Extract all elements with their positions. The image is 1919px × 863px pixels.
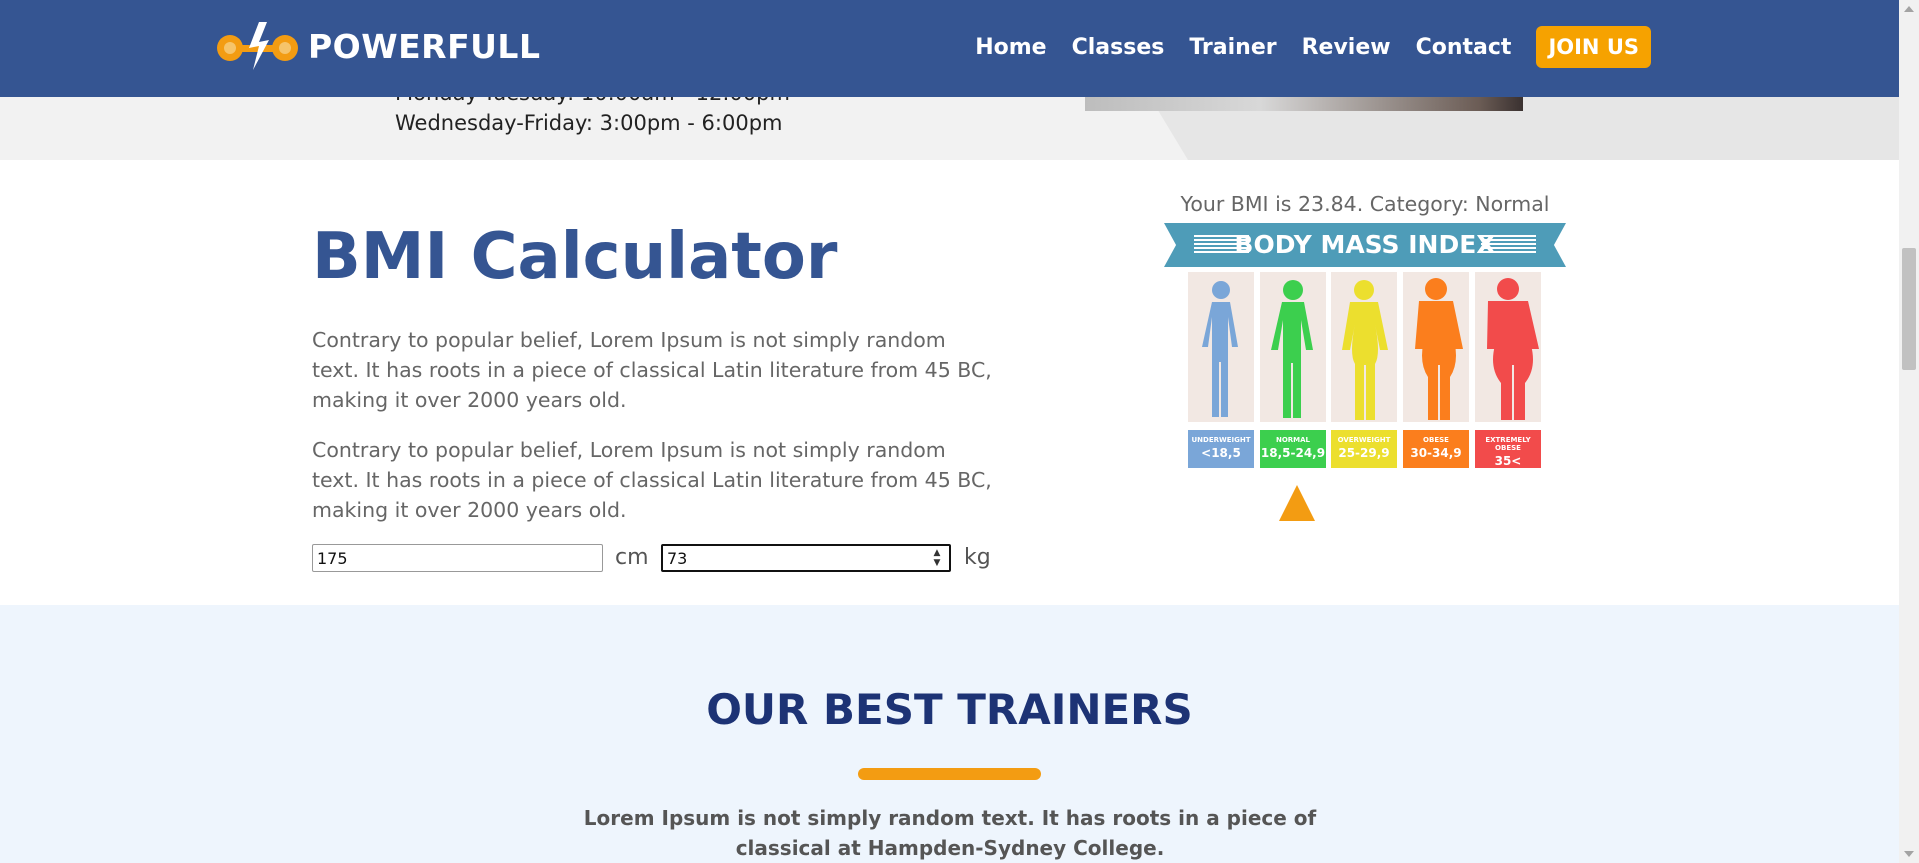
nav-classes[interactable]: Classes bbox=[1072, 35, 1165, 60]
height-unit-label: cm bbox=[615, 545, 649, 570]
nav-trainer[interactable]: Trainer bbox=[1189, 35, 1276, 60]
main-nav: Home Classes Trainer Review Contact JOIN… bbox=[950, 26, 1651, 68]
category-extremely-obese: EXTREMELY OBESE 35< bbox=[1475, 430, 1541, 468]
scroll-up-icon[interactable] bbox=[1904, 6, 1914, 12]
category-name: NORMAL bbox=[1275, 436, 1311, 444]
trainers-subtitle: Lorem Ipsum is not simply random text. I… bbox=[583, 806, 1317, 860]
logo[interactable]: POWERFULL bbox=[215, 20, 541, 72]
category-normal: NORMAL 18,5-24,9 bbox=[1260, 430, 1326, 468]
weight-input[interactable] bbox=[661, 544, 951, 572]
schedule-section: Monday-Tuesday: 10:00am - 12:00pm Wednes… bbox=[0, 97, 1899, 160]
dumbbell-logo-icon bbox=[215, 20, 300, 72]
category-overweight: OVERWEIGHT 25-29,9 bbox=[1331, 430, 1397, 468]
bmi-pointer-triangle-icon bbox=[1279, 485, 1315, 521]
underweight-figure bbox=[1188, 272, 1254, 422]
bmi-paragraph: Contrary to popular belief, Lorem Ipsum … bbox=[312, 328, 992, 412]
nav-contact[interactable]: Contact bbox=[1416, 35, 1512, 60]
category-range: 30-34,9 bbox=[1410, 446, 1462, 460]
scroll-down-icon[interactable] bbox=[1904, 851, 1914, 857]
overweight-figure bbox=[1331, 272, 1397, 422]
extremely-obese-figure bbox=[1475, 272, 1541, 422]
category-name: OBESE bbox=[1423, 436, 1449, 444]
category-range: <18,5 bbox=[1201, 446, 1241, 460]
stepper-up-icon[interactable]: ▲ bbox=[930, 548, 944, 558]
category-range: 25-29,9 bbox=[1338, 446, 1390, 460]
bmi-result-text: Your BMI is 23.84. Category: Normal bbox=[1180, 192, 1550, 216]
category-obese: OBESE 30-34,9 bbox=[1403, 430, 1469, 468]
trainers-section: OUR BEST TRAINERS Lorem Ipsum is not sim… bbox=[0, 605, 1899, 863]
normal-figure bbox=[1260, 272, 1326, 422]
category-range: 35< bbox=[1494, 454, 1522, 468]
site-header: POWERFULL Home Classes Trainer Review Co… bbox=[0, 0, 1899, 97]
nav-review[interactable]: Review bbox=[1302, 35, 1391, 60]
weight-stepper[interactable]: ▲ ▼ bbox=[930, 548, 944, 568]
bmi-paragraph: Contrary to popular belief, Lorem Ipsum … bbox=[312, 438, 992, 522]
weight-unit-label: kg bbox=[964, 545, 991, 570]
trainers-title: OUR BEST TRAINERS bbox=[706, 685, 1193, 734]
category-name: EXTREMELY OBESE bbox=[1485, 436, 1531, 452]
category-name: UNDERWEIGHT bbox=[1191, 436, 1251, 444]
bmi-title: BMI Calculator bbox=[312, 220, 838, 294]
obese-figure bbox=[1403, 272, 1469, 422]
bmi-chart-title: BODY MASS INDEX bbox=[1234, 230, 1496, 259]
stepper-down-icon[interactable]: ▼ bbox=[930, 558, 944, 568]
schedule-line-monday: Monday-Tuesday: 10:00am - 12:00pm bbox=[395, 97, 790, 105]
page-scrollbar[interactable] bbox=[1899, 0, 1919, 863]
nav-home[interactable]: Home bbox=[975, 35, 1046, 60]
bmi-section: BMI Calculator Contrary to popular belie… bbox=[0, 160, 1899, 605]
title-underline bbox=[858, 768, 1041, 780]
brand-name: POWERFULL bbox=[308, 26, 541, 66]
category-underweight: UNDERWEIGHT <18,5 bbox=[1188, 430, 1254, 468]
gym-photo bbox=[1085, 97, 1523, 111]
category-name: OVERWEIGHT bbox=[1337, 436, 1391, 444]
scroll-thumb[interactable] bbox=[1902, 248, 1916, 370]
schedule-line-wednesday: Wednesday-Friday: 3:00pm - 6:00pm bbox=[395, 111, 783, 135]
bmi-chart-banner: BODY MASS INDEX bbox=[1164, 223, 1566, 267]
category-range: 18,5-24,9 bbox=[1260, 446, 1326, 460]
height-input[interactable] bbox=[312, 544, 603, 572]
join-us-button[interactable]: JOIN US bbox=[1536, 26, 1651, 68]
